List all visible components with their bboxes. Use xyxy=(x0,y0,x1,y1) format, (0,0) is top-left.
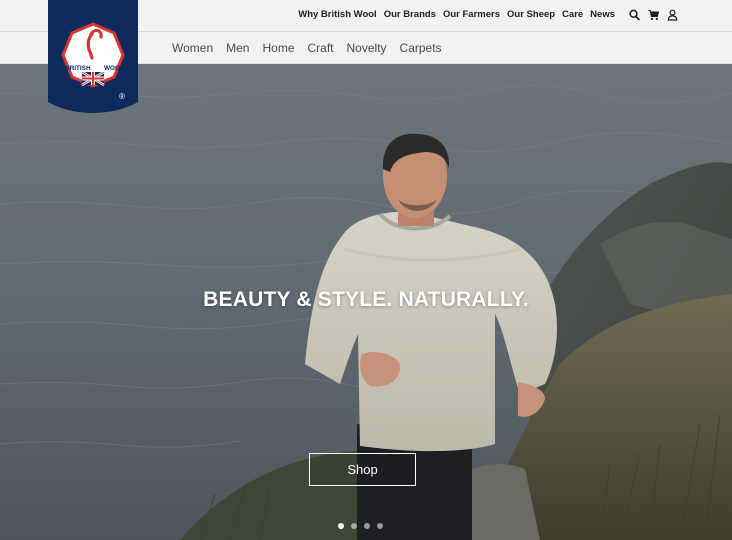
registered-mark: ® xyxy=(119,92,125,101)
utility-nav: Why British Wool Our Brands Our Farmers … xyxy=(298,9,615,20)
nav-craft[interactable]: Craft xyxy=(308,41,334,55)
nav-carpets[interactable]: Carpets xyxy=(400,41,442,55)
shop-button[interactable]: Shop xyxy=(309,453,416,486)
nav-our-sheep[interactable]: Our Sheep xyxy=(507,9,555,20)
utility-icons xyxy=(629,8,678,21)
nav-care[interactable]: Care xyxy=(562,9,583,20)
nav-our-farmers[interactable]: Our Farmers xyxy=(443,9,500,20)
carousel-dots xyxy=(338,523,383,529)
main-nav: Women Men Home Craft Novelty Carpets xyxy=(172,41,442,55)
logo-text-british: BRITISH xyxy=(65,65,91,72)
search-icon[interactable] xyxy=(629,8,640,21)
nav-home[interactable]: Home xyxy=(262,41,294,55)
carousel-dot-3[interactable] xyxy=(364,523,370,529)
hero-banner: BEAUTY & STYLE. NATURALLY. Shop xyxy=(0,64,732,540)
cart-icon[interactable] xyxy=(648,8,660,20)
carousel-dot-2[interactable] xyxy=(351,523,357,529)
nav-our-brands[interactable]: Our Brands xyxy=(384,9,436,20)
nav-novelty[interactable]: Novelty xyxy=(347,41,387,55)
nav-women[interactable]: Women xyxy=(172,41,213,55)
british-wool-logo[interactable]: BRITISH WOOL ® xyxy=(48,0,138,114)
nav-why-british-wool[interactable]: Why British Wool xyxy=(298,9,376,20)
carousel-dot-1[interactable] xyxy=(338,523,344,529)
account-icon[interactable] xyxy=(667,8,678,21)
nav-news[interactable]: News xyxy=(590,9,615,20)
nav-men[interactable]: Men xyxy=(226,41,249,55)
hero-headline: BEAUTY & STYLE. NATURALLY. xyxy=(203,288,529,311)
logo-text-wool: WOOL xyxy=(104,65,124,72)
carousel-dot-4[interactable] xyxy=(377,523,383,529)
